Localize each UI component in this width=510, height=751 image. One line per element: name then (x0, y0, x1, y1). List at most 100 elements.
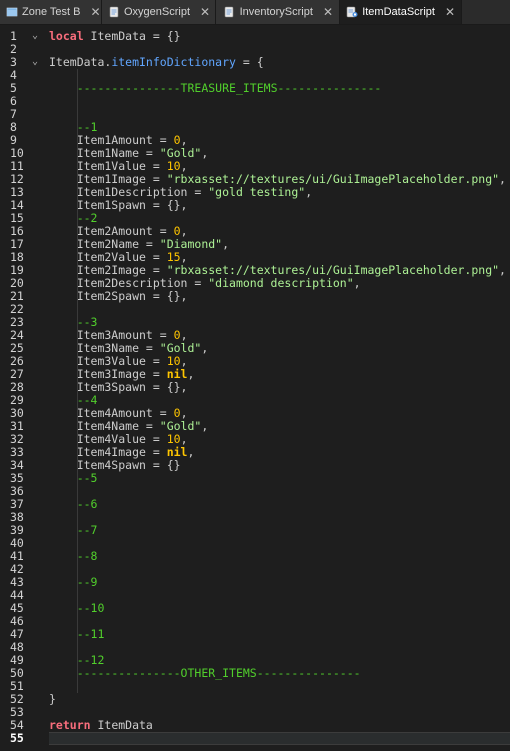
code-token: "rbxasset://textures/ui/GuiImagePlacehol… (166, 263, 500, 277)
code-line[interactable]: ---------------TREASURE_ITEMS-----------… (49, 82, 510, 95)
code-line[interactable]: --5 (49, 472, 510, 485)
code-editor[interactable]: 1 ⌄ 2 3 ⌄ 4 5 6 7 8 9 10 11 12 13 14 15 16 17 18 19 20 21 22 23 2… (0, 25, 510, 751)
tab-label: ItemDataScript (362, 6, 435, 18)
tab-zone-test-b[interactable]: Zone Test B ✕ (0, 0, 102, 24)
code-token: 0 (173, 406, 181, 420)
code-token: --3 (76, 315, 98, 329)
code-token: ItemData. (49, 55, 112, 69)
code-token: --4 (76, 393, 98, 407)
code-token: , (180, 250, 188, 264)
folder-icon (6, 5, 18, 19)
code-area[interactable]: local ItemData = {} ItemData.itemInfoDict… (49, 25, 510, 751)
code-line[interactable]: Item4Spawn = {} (49, 459, 510, 472)
fold-chevron-icon[interactable]: ⌄ (32, 29, 38, 42)
code-token: "Gold" (159, 341, 202, 355)
close-icon[interactable]: ✕ (200, 5, 210, 19)
code-line[interactable] (49, 563, 510, 576)
code-line[interactable] (49, 485, 510, 498)
code-line[interactable] (49, 511, 510, 524)
code-token: nil (166, 367, 188, 381)
code-line[interactable] (49, 732, 510, 745)
code-line[interactable] (49, 680, 510, 693)
code-token: "diamond description" (208, 276, 354, 290)
code-line[interactable]: --11 (49, 628, 510, 641)
code-token: --8 (76, 549, 98, 563)
code-line[interactable]: --8 (49, 550, 510, 563)
code-token: , (305, 185, 313, 199)
code-line[interactable] (49, 641, 510, 654)
code-token: , (222, 237, 230, 251)
code-line[interactable]: --9 (49, 576, 510, 589)
code-line[interactable]: ---------------OTHER_ITEMS--------------… (49, 667, 510, 680)
tab-label: InventoryScript (239, 6, 313, 18)
code-line[interactable]: Item2Spawn = {}, (49, 290, 510, 303)
tab-oxygenscript[interactable]: OxygenScript ✕ (102, 0, 216, 24)
code-token: , (499, 172, 506, 186)
code-line[interactable] (49, 589, 510, 602)
code-token: , (187, 367, 195, 381)
code-token: "Gold" (159, 146, 202, 160)
close-icon[interactable]: ✕ (323, 5, 333, 19)
code-token: , (180, 224, 188, 238)
code-line[interactable]: local ItemData = {} (49, 30, 510, 43)
code-line[interactable] (49, 537, 510, 550)
close-icon[interactable]: ✕ (445, 5, 455, 19)
code-line[interactable] (49, 108, 510, 121)
tab-label: Zone Test B (22, 6, 81, 18)
code-token: ---------------OTHER_ITEMS--------------… (76, 666, 361, 680)
code-token: , (201, 419, 209, 433)
code-token: --2 (76, 211, 98, 225)
code-line[interactable]: Item1Spawn = {}, (49, 199, 510, 212)
close-icon[interactable]: ✕ (91, 5, 101, 19)
code-token: , (201, 341, 209, 355)
gutter-row: 3 ⌄ (0, 56, 46, 69)
code-token: 10 (166, 159, 181, 173)
code-token: Item4Spawn = {} (49, 458, 181, 472)
code-token: , (180, 159, 188, 173)
code-line[interactable]: --10 (49, 602, 510, 615)
gutter-row: 4 (0, 69, 46, 82)
code-token: } (49, 692, 56, 706)
code-token: Item4Amount = (49, 406, 174, 420)
code-token: itemInfoDictionary (111, 55, 236, 69)
code-token: "Gold" (159, 419, 202, 433)
code-token: "rbxasset://textures/ui/GuiImagePlacehol… (166, 172, 500, 186)
code-line[interactable]: Item3Spawn = {}, (49, 381, 510, 394)
code-line[interactable]: --6 (49, 498, 510, 511)
code-line[interactable] (49, 303, 510, 316)
code-token: 10 (166, 354, 181, 368)
code-line[interactable]: return ItemData (49, 719, 510, 732)
code-token: Item4Image = (49, 445, 167, 459)
code-token: Item1Name = (49, 146, 160, 160)
code-line[interactable] (49, 95, 510, 108)
code-token: Item2Amount = (49, 224, 174, 238)
code-token: = { (235, 55, 264, 69)
code-token: Item3Image = (49, 367, 167, 381)
code-token: 15 (166, 250, 181, 264)
code-token: 0 (173, 328, 181, 342)
code-line[interactable] (49, 615, 510, 628)
code-token: , (353, 276, 361, 290)
code-token: Item2Image = (49, 263, 167, 277)
gutter-row: 55 (0, 732, 46, 745)
code-token: Item2Spawn = {}, (49, 289, 188, 303)
code-token: , (201, 146, 209, 160)
tab-itemdatascript[interactable]: ItemDataScript ✕ (340, 0, 462, 24)
fold-chevron-icon[interactable]: ⌄ (32, 55, 38, 68)
code-token: --5 (76, 471, 98, 485)
tab-inventoryscript[interactable]: InventoryScript ✕ (216, 0, 340, 24)
indent-guide (77, 69, 78, 693)
code-line[interactable]: --7 (49, 524, 510, 537)
code-token: Item3Amount = (49, 328, 174, 342)
code-token: , (187, 445, 195, 459)
code-line[interactable]: } (49, 693, 510, 706)
code-line[interactable]: ItemData.itemInfoDictionary = { (49, 56, 510, 69)
